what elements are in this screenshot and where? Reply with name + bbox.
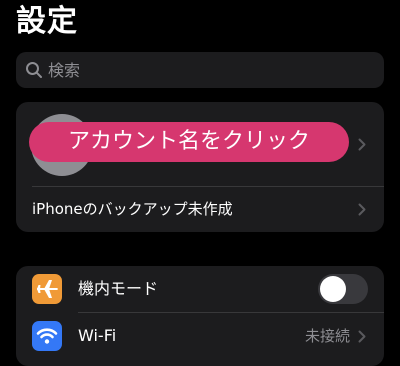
airplane-mode-toggle[interactable] — [318, 274, 368, 304]
wifi-status-value: 未接続 — [304, 327, 350, 345]
search-icon — [26, 62, 42, 78]
chevron-right-icon — [358, 330, 366, 343]
backup-row[interactable]: iPhoneのバックアップ未作成 — [16, 187, 384, 232]
airplane-mode-row[interactable]: 機内モード — [16, 266, 384, 312]
toggle-knob — [320, 276, 346, 302]
search-bar[interactable] — [16, 52, 384, 88]
wifi-row[interactable]: Wi-Fi 未接続 — [16, 313, 384, 359]
wifi-icon-tile — [32, 321, 62, 351]
airplane-mode-label: 機内モード — [78, 279, 159, 298]
wifi-label: Wi-Fi — [78, 326, 117, 345]
account-row[interactable]: アカウント名をクリック — [16, 102, 384, 186]
account-group: アカウント名をクリック iPhoneのバックアップ未作成 — [16, 102, 384, 232]
chevron-right-icon — [358, 203, 366, 216]
airplane-icon — [37, 280, 58, 298]
backup-label: iPhoneのバックアップ未作成 — [32, 200, 233, 218]
settings-group: 機内モード Wi-Fi 未接続 — [16, 266, 384, 366]
search-input[interactable] — [48, 52, 368, 88]
page-title: 設定 — [16, 4, 78, 39]
chevron-right-icon — [358, 138, 366, 151]
airplane-icon-tile — [32, 274, 62, 304]
account-name-highlight[interactable]: アカウント名をクリック — [29, 122, 349, 162]
wifi-icon — [36, 328, 58, 344]
